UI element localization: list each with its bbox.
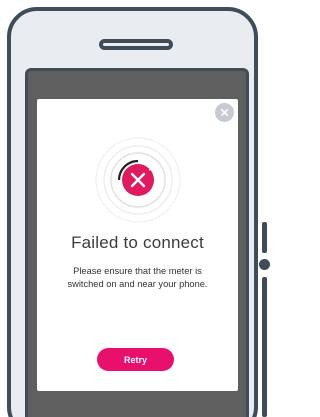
phone-side-edge xyxy=(262,277,267,417)
error-dialog: Failed to connect Please ensure that the… xyxy=(37,99,238,391)
dialog-message: Please ensure that the meter is switched… xyxy=(67,266,208,289)
phone-speaker xyxy=(99,39,173,50)
close-icon xyxy=(220,108,229,117)
phone-side-button xyxy=(259,259,270,270)
retry-button[interactable]: Retry xyxy=(97,348,174,371)
dialog-title: Failed to connect xyxy=(71,233,204,252)
error-x-icon xyxy=(95,137,181,223)
close-button[interactable] xyxy=(215,103,234,122)
phone-side-edge xyxy=(262,222,267,253)
app-stage: Failed to connect Please ensure that the… xyxy=(0,0,270,417)
